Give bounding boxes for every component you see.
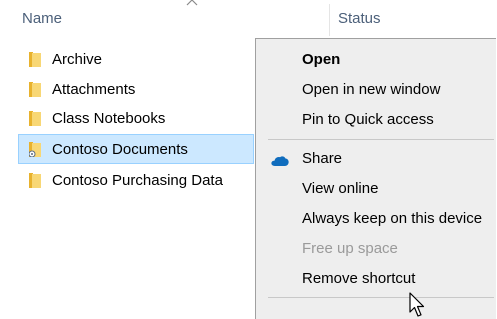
menu-item-open-in-new-window[interactable]: Open in new window: [302, 81, 440, 98]
file-row-label: Contoso Documents: [52, 141, 188, 158]
file-row-class-notebooks[interactable]: Class Notebooks: [18, 103, 254, 133]
folder-icon: [29, 82, 41, 97]
sort-ascending-icon: [186, 0, 198, 6]
file-row-contoso-purchasing-data[interactable]: Contoso Purchasing Data: [18, 165, 254, 195]
menu-separator: [268, 139, 494, 140]
menu-item-share[interactable]: Share: [302, 150, 342, 167]
file-row-label: Attachments: [52, 81, 136, 98]
menu-item-pin-to-quick-access[interactable]: Pin to Quick access: [302, 111, 434, 128]
context-menu: Open Open in new window Pin to Quick acc…: [255, 38, 496, 319]
file-row-label: Archive: [52, 51, 103, 68]
file-row-label: Contoso Purchasing Data: [52, 172, 223, 189]
file-row-label: Class Notebooks: [52, 110, 166, 127]
menu-item-view-online[interactable]: View online: [302, 180, 378, 197]
column-divider[interactable]: [329, 4, 330, 36]
file-row-contoso-documents[interactable]: Contoso Documents: [18, 134, 254, 164]
mouse-pointer-icon: [409, 292, 425, 317]
menu-item-open[interactable]: Open: [302, 51, 340, 68]
column-header-name[interactable]: Name: [22, 10, 62, 27]
onedrive-cloud-icon: [271, 156, 289, 166]
menu-separator: [268, 297, 494, 298]
menu-item-always-keep-on-device[interactable]: Always keep on this device: [302, 210, 482, 227]
menu-item-remove-shortcut[interactable]: Remove shortcut: [302, 270, 415, 287]
shared-folder-icon: [29, 142, 41, 157]
file-row-attachments[interactable]: Attachments: [18, 74, 254, 104]
menu-item-free-up-space: Free up space: [302, 240, 398, 257]
file-row-archive[interactable]: Archive: [18, 44, 254, 74]
folder-icon: [29, 52, 41, 67]
column-header-bar: Name Status: [0, 0, 497, 38]
folder-icon: [29, 111, 41, 126]
folder-icon: [29, 173, 41, 188]
column-header-status[interactable]: Status: [338, 10, 381, 27]
